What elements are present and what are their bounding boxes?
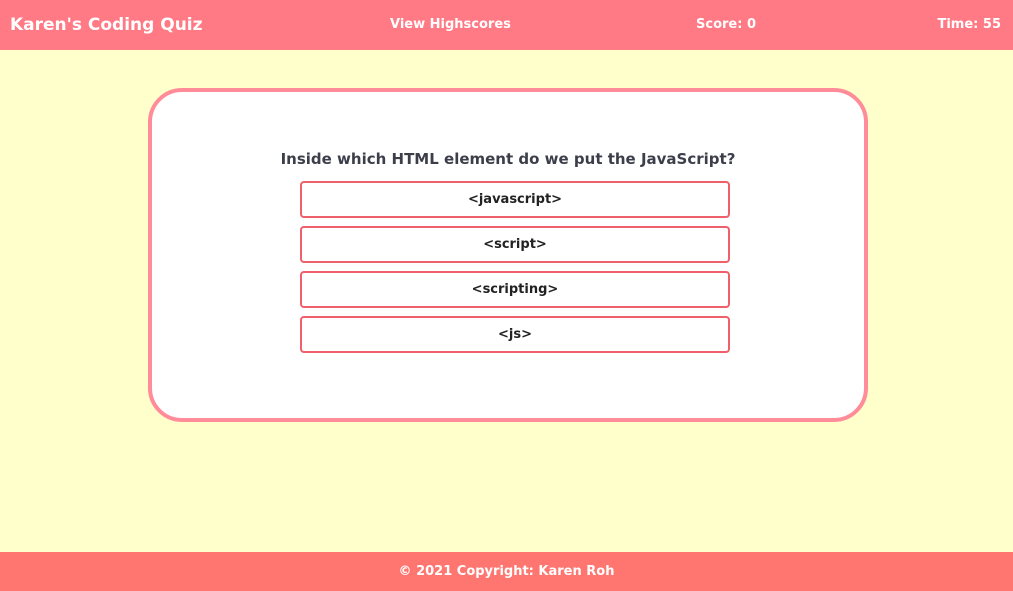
- copyright-text: © 2021 Copyright: Karen Roh: [398, 564, 615, 579]
- score-display: Score: 0: [696, 17, 756, 32]
- question-text: Inside which HTML element do we put the …: [280, 150, 736, 168]
- timer-display: Time: 55: [937, 17, 1001, 32]
- quiz-card: Inside which HTML element do we put the …: [148, 88, 868, 422]
- answer-choice-js-button[interactable]: <js>: [300, 316, 730, 353]
- answer-choice-javascript-button[interactable]: <javascript>: [300, 181, 730, 218]
- answer-choice-scripting-button[interactable]: <scripting>: [300, 271, 730, 308]
- answer-choice-script-button[interactable]: <script>: [300, 226, 730, 263]
- view-highscores-link[interactable]: View Highscores: [390, 0, 511, 50]
- footer-bar: © 2021 Copyright: Karen Roh: [0, 552, 1013, 591]
- app-title: Karen's Coding Quiz: [10, 15, 203, 35]
- top-nav-bar: Karen's Coding Quiz View Highscores Scor…: [0, 0, 1013, 50]
